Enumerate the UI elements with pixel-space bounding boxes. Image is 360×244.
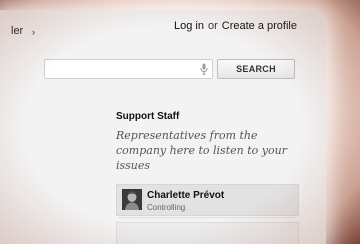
divider: [118, 217, 295, 218]
chevron-right-icon: ›: [32, 27, 35, 37]
auth-separator: or: [208, 20, 218, 32]
support-staff-heading: Support Staff: [116, 111, 180, 122]
staff-department: Controlling: [147, 203, 186, 212]
staff-name: Charlette Prévot: [147, 190, 225, 201]
avatar: [122, 189, 142, 210]
page-panel: ler › Log in or Create a profile SEARCH Su…: [0, 10, 326, 244]
support-staff-description: Representatives from the company here to…: [116, 129, 287, 172]
login-link[interactable]: Log in: [174, 20, 204, 32]
breadcrumb-link[interactable]: ler: [11, 25, 23, 37]
create-profile-link[interactable]: Create a profile: [222, 20, 297, 32]
search-field[interactable]: [44, 59, 213, 79]
search-button[interactable]: SEARCH: [217, 59, 295, 79]
person-photo-icon: [122, 189, 142, 210]
staff-card[interactable]: Charlette Prévot Controlling: [116, 184, 299, 216]
auth-links: Log in or Create a profile: [174, 20, 297, 32]
search-input[interactable]: [45, 61, 201, 79]
microphone-icon[interactable]: [200, 63, 208, 75]
staff-card-partial[interactable]: [116, 222, 299, 244]
